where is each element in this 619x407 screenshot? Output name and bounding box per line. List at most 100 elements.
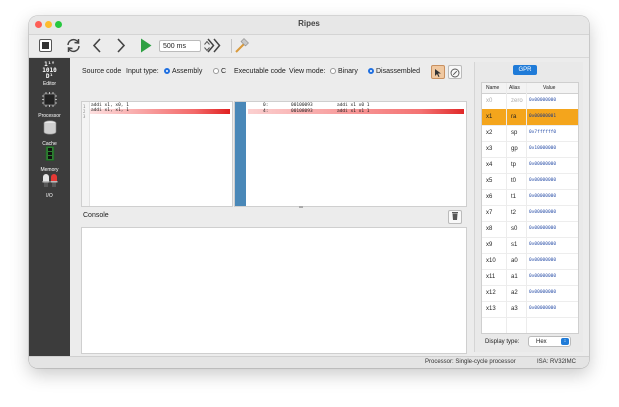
chevron-updown-icon: ↕	[561, 338, 569, 345]
console-output[interactable]	[81, 227, 467, 354]
instruction-asm: addi x1 x1 1	[337, 109, 370, 114]
run-button[interactable]	[139, 37, 153, 54]
window-title: Ripes	[298, 19, 320, 28]
register-panel: GPR Name Alias Value x0 zero 0x00000000 x1 r…	[474, 62, 583, 352]
play-icon	[141, 38, 152, 53]
radio-selected-icon	[164, 68, 170, 74]
code-line: addi x1, x1, 1	[91, 108, 129, 113]
display-type-label: Display type:	[485, 339, 520, 345]
breakpoint-gutter[interactable]	[235, 102, 246, 206]
instruction-asm: addi x1 x0 1	[337, 103, 370, 108]
register-alias: s0	[511, 226, 518, 232]
register-alias: s1	[511, 242, 518, 248]
settings-button[interactable]	[448, 65, 462, 79]
register-name: x10	[486, 258, 496, 264]
sidebar-item-editor[interactable]: 1¹° 1010 D¹ Editor	[29, 60, 70, 88]
register-name: x6	[486, 194, 493, 200]
radio-unselected-icon	[213, 68, 219, 74]
table-row[interactable]: x3 gp 0x10000000	[482, 141, 578, 158]
table-row[interactable]: x5 t0 0x00000000	[482, 173, 578, 190]
sidebar-item-label: Processor	[38, 113, 61, 119]
register-name: x13	[486, 306, 496, 312]
table-row[interactable]: x7 t2 0x00000000	[482, 205, 578, 222]
register-alias: gp	[511, 146, 518, 152]
register-value: 0x00000000	[529, 162, 557, 167]
display-type-select[interactable]: Hex ↕	[528, 336, 571, 347]
cache-cylinder-icon	[43, 120, 56, 135]
executable-code-title: Executable code	[234, 68, 286, 75]
display-type-value: Hex	[536, 339, 547, 345]
sidebar-item-cache[interactable]: Cache	[29, 120, 70, 147]
chevron-left-icon	[92, 38, 101, 53]
register-alias: tp	[511, 162, 517, 168]
table-row[interactable]: x12 a2 0x00000000	[482, 285, 578, 302]
register-name: x7	[486, 210, 493, 216]
radio-label: Assembly	[172, 68, 203, 75]
source-editor[interactable]: 1 2 3 addi x1, x0, 1 addi x1, x1, 1	[81, 101, 233, 207]
reverse-button[interactable]	[91, 37, 103, 54]
register-name: x11	[486, 274, 496, 280]
register-value: 0x10000000	[529, 146, 557, 151]
register-table: Name Alias Value x0 zero 0x00000000 x1 ra 0x0…	[481, 82, 579, 334]
register-alias: t0	[511, 178, 517, 184]
double-chevron-right-icon	[207, 38, 221, 53]
table-row[interactable]: x2 sp 0x7ffffff0	[482, 125, 578, 142]
fast-forward-button[interactable]	[207, 37, 221, 54]
register-alias: a2	[511, 290, 518, 296]
table-row[interactable]: x8 s0 0x00000000	[482, 221, 578, 238]
sidebar-item-processor[interactable]: Processor	[29, 92, 70, 119]
line-number-gutter: 1 2 3	[82, 102, 90, 206]
register-value: 0x00000000	[529, 242, 557, 247]
tab-gpr[interactable]: GPR	[513, 65, 537, 75]
status-bar: Processor: Single-cycle processor ISA: R…	[29, 356, 589, 368]
select-processor-button[interactable]	[37, 37, 53, 54]
source-code-title: Source code	[82, 68, 122, 75]
editor-binary-icon: 1¹° 1010 D¹	[42, 61, 57, 80]
table-row[interactable]: x10 a0 0x00000000	[482, 253, 578, 270]
sidebar-item-io[interactable]: I/O	[29, 172, 70, 199]
line-number: 3	[83, 114, 86, 119]
table-row[interactable]: x13 a3 0x00000000	[482, 301, 578, 318]
radio-label: Binary	[338, 68, 358, 75]
clock-button[interactable]	[115, 37, 127, 54]
table-row[interactable]: x9 s1 0x00000000	[482, 237, 578, 254]
register-alias: zero	[511, 98, 523, 104]
register-value: 0x00000000	[529, 258, 557, 263]
register-value: 0x00000000	[529, 226, 557, 231]
view-mode-binary-radio[interactable]: Binary	[330, 68, 358, 75]
table-row[interactable]: x6 t1 0x00000000	[482, 189, 578, 206]
column-header-name: Name	[486, 85, 500, 91]
build-button[interactable]	[234, 37, 250, 54]
follow-pc-button[interactable]	[431, 65, 445, 79]
processor-chip-icon	[42, 92, 57, 107]
input-type-assembly-radio[interactable]: Assembly	[164, 68, 202, 75]
table-row[interactable]: x1 ra 0x00000001	[482, 109, 578, 126]
view-mode-disassembled-radio[interactable]: Disassembled	[368, 68, 420, 75]
delay-input[interactable]: 500 ms	[159, 40, 201, 52]
table-row[interactable]: x11 a1 0x00000000	[482, 269, 578, 286]
register-value: 0x7ffffff0	[529, 130, 557, 135]
cursor-icon	[435, 69, 441, 77]
table-row[interactable]: x0 zero 0x00000000	[482, 93, 578, 110]
instruction-address: 4:	[263, 109, 269, 114]
splitter-handle[interactable]	[299, 206, 303, 208]
io-led-icon	[42, 174, 57, 187]
register-name: x3	[486, 146, 493, 152]
title-bar: Ripes	[29, 16, 589, 35]
register-value: 0x00000000	[529, 178, 557, 183]
reset-button[interactable]	[64, 37, 82, 54]
register-name: x4	[486, 162, 493, 168]
register-value: 0x00000000	[529, 306, 557, 311]
reset-arrows-icon	[66, 38, 80, 53]
sidebar-item-memory[interactable]: Memory	[29, 146, 70, 173]
register-name: x9	[486, 242, 493, 248]
column-header-alias: Alias	[509, 85, 520, 91]
sidebar: 1¹° 1010 D¹ Editor Processor Cache Memor…	[29, 58, 70, 356]
register-alias: sp	[511, 130, 518, 136]
radio-selected-icon	[368, 68, 374, 74]
executable-code-view[interactable]: 0: 00100093 addi x1 x0 1 4: 00108093 add…	[234, 101, 467, 207]
table-row[interactable]: x4 tp 0x00000000	[482, 157, 578, 174]
main-area: Source code Input type: Assembly C Execu…	[70, 58, 589, 356]
clear-console-button[interactable]	[448, 210, 462, 224]
input-type-c-radio[interactable]: C	[213, 68, 226, 75]
